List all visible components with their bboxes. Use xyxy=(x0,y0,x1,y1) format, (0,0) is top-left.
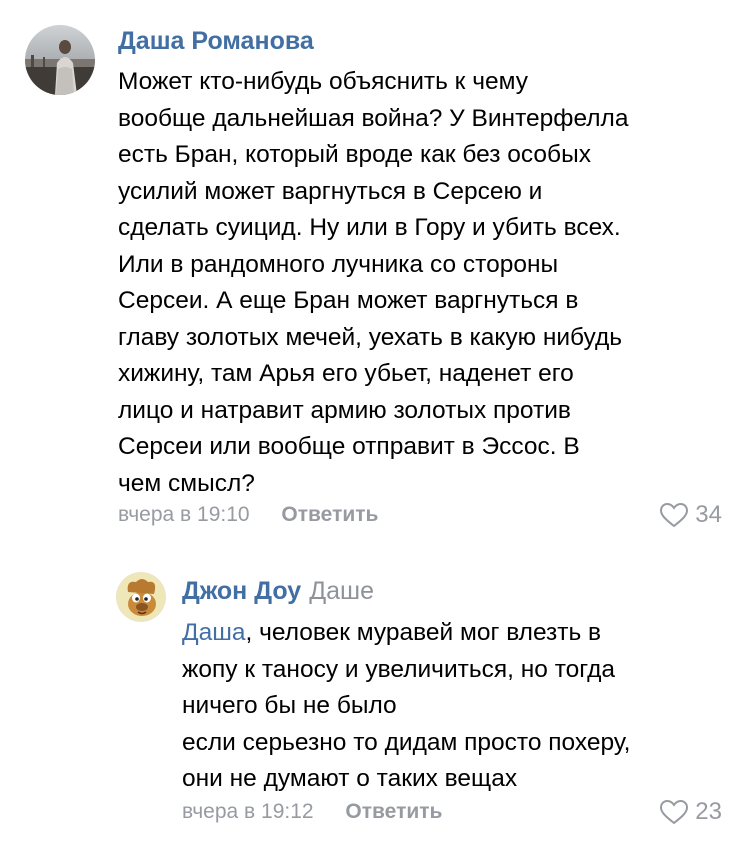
text-line: если серьезно то дидам просто похеру, xyxy=(182,728,631,756)
text-line: главу золотых мечей, уехать в какую нибу… xyxy=(118,323,623,351)
comment-text: Даша, человек муравей мог влезть в жопу … xyxy=(182,615,730,798)
comment-header: Даша Романова xyxy=(118,26,314,56)
text-line: Даша, человек муравей мог влезть в xyxy=(182,615,730,652)
text-line: усилий может варгнуться в Серсею и xyxy=(118,177,543,205)
text-line: вообще дальнейшая война? У Винтерфелла xyxy=(118,104,629,132)
text-line: Может кто-нибудь объяснить к чему xyxy=(118,68,528,95)
text-line: Или в рандомного лучника со стороны xyxy=(118,250,559,278)
author-name[interactable]: Джон Доу xyxy=(182,577,301,605)
text-line: чем смысл? xyxy=(118,469,255,497)
mention-link[interactable]: Даша xyxy=(182,619,246,646)
text-line: жопу к таносу и увеличиться, но тогда xyxy=(182,655,616,683)
reply-to[interactable]: Даше xyxy=(309,577,374,605)
reply-button[interactable]: Ответить xyxy=(345,800,442,823)
like-count: 23 xyxy=(695,798,722,825)
text-line: сделать суицид. Ну или в Гору и убить вс… xyxy=(118,214,621,241)
comment-meta: вчера в 19:10 Ответить xyxy=(118,502,378,528)
comment-meta: вчера в 19:12 Ответить xyxy=(182,799,442,825)
like-button[interactable]: 23 xyxy=(659,799,722,825)
text-line: хижину, там Арья его убьет, наденет его xyxy=(118,360,574,387)
comment-header: Джон Доу Даше xyxy=(182,576,374,606)
like-count: 34 xyxy=(695,501,722,528)
timestamp: вчера в 19:10 xyxy=(118,503,250,526)
text-line: ничего бы не было xyxy=(182,692,397,719)
text-line: они не думают о таких вещах xyxy=(182,765,518,792)
heart-icon xyxy=(659,799,689,825)
text-fragment: , человек муравей мог влезть в xyxy=(245,619,602,646)
heart-icon xyxy=(659,502,689,528)
like-button[interactable]: 34 xyxy=(659,502,722,528)
text-line: лицо и натравит армию золотых против xyxy=(118,396,571,424)
text-line: Серсеи. А еще Бран может варгнуться в xyxy=(118,287,579,314)
avatar[interactable] xyxy=(116,572,166,622)
text-line: есть Бран, который вроде как без особых xyxy=(118,141,591,168)
author-name[interactable]: Даша Романова xyxy=(118,27,314,55)
avatar[interactable] xyxy=(25,25,95,95)
avatar-photo xyxy=(25,25,95,95)
avatar-cartoon xyxy=(116,572,166,622)
text-line: Серсеи или вообще отправит в Эссос. В xyxy=(118,433,580,460)
reply-button[interactable]: Ответить xyxy=(281,503,378,526)
timestamp: вчера в 19:12 xyxy=(182,800,314,823)
comment-text: Может кто-нибудь объяснить к чему вообще… xyxy=(118,64,728,502)
